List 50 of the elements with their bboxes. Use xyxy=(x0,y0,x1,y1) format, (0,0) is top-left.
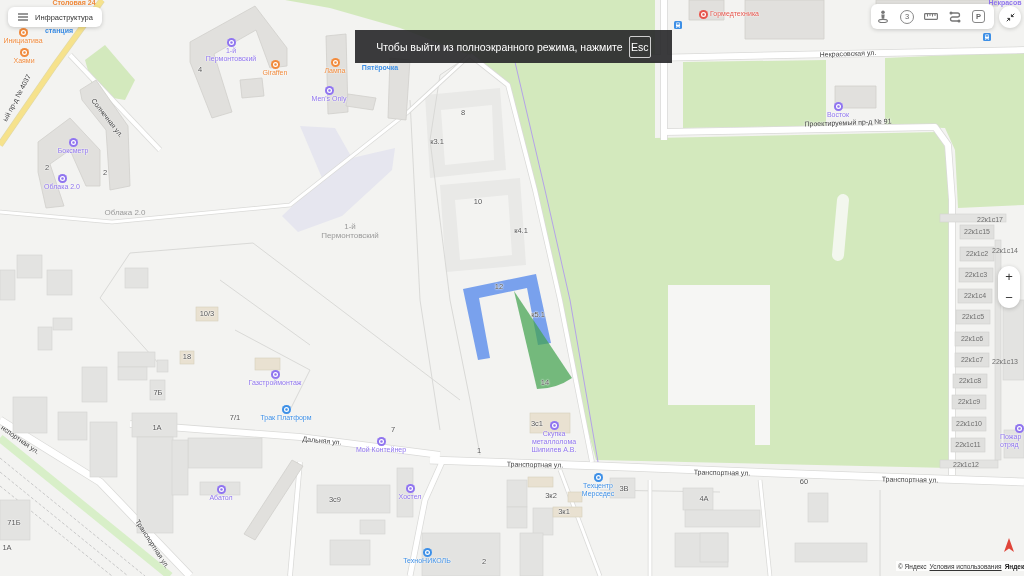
poi-marker-icon[interactable] xyxy=(68,137,78,147)
notice-text: Чтобы выйти из полноэкранного режима, нажмите xyxy=(376,40,623,53)
poi-marker-icon[interactable] xyxy=(270,59,280,69)
zoom-out-button[interactable]: − xyxy=(998,287,1020,308)
building xyxy=(807,492,829,523)
building xyxy=(567,491,583,503)
garage xyxy=(958,267,994,283)
building xyxy=(254,357,281,371)
garage xyxy=(959,224,995,240)
building xyxy=(124,267,149,289)
poi-marker-icon[interactable] xyxy=(698,9,708,19)
poi-marker-icon[interactable] xyxy=(270,369,280,379)
poi-marker-icon[interactable] xyxy=(1014,423,1024,433)
bus-stop-icon[interactable] xyxy=(674,21,682,29)
building xyxy=(834,85,877,109)
poi-marker-icon[interactable] xyxy=(376,436,386,446)
district-label: Облака 2.0 xyxy=(104,208,146,217)
poi-marker-icon[interactable] xyxy=(57,173,67,183)
building xyxy=(506,506,528,529)
building xyxy=(81,366,108,403)
poi-marker-icon[interactable] xyxy=(18,27,28,37)
poi-marker-icon[interactable] xyxy=(216,484,226,494)
building xyxy=(195,306,219,322)
poi-marker-icon[interactable] xyxy=(549,420,559,430)
collapse-icon xyxy=(1005,12,1015,22)
district-label: 1-й Пермонтовский xyxy=(321,222,379,240)
poi-marker-icon[interactable] xyxy=(19,47,29,57)
poi-marker-icon[interactable] xyxy=(405,483,415,493)
poi-marker-icon[interactable] xyxy=(324,85,334,95)
poi-marker-icon[interactable] xyxy=(422,547,432,557)
route-icon xyxy=(949,10,961,23)
park-path xyxy=(832,194,849,261)
building xyxy=(359,519,386,535)
poi-marker-icon[interactable] xyxy=(593,472,603,482)
zoom-in-button[interactable]: + xyxy=(998,266,1020,287)
esc-key: Esc xyxy=(628,35,651,58)
poi-marker-icon[interactable] xyxy=(833,101,843,111)
building xyxy=(46,269,73,296)
building xyxy=(329,539,371,566)
poi-marker-icon[interactable] xyxy=(226,37,236,47)
north-arrow-icon[interactable] xyxy=(1004,538,1014,552)
person-icon xyxy=(878,10,888,23)
building xyxy=(199,481,241,496)
ruler-icon xyxy=(924,13,938,20)
building xyxy=(179,350,195,365)
building xyxy=(0,499,31,541)
poi-marker-icon[interactable] xyxy=(281,404,291,414)
menu-icon xyxy=(18,13,28,21)
bus-stop-icon[interactable] xyxy=(983,33,991,41)
poi-marker-icon[interactable] xyxy=(330,57,340,67)
